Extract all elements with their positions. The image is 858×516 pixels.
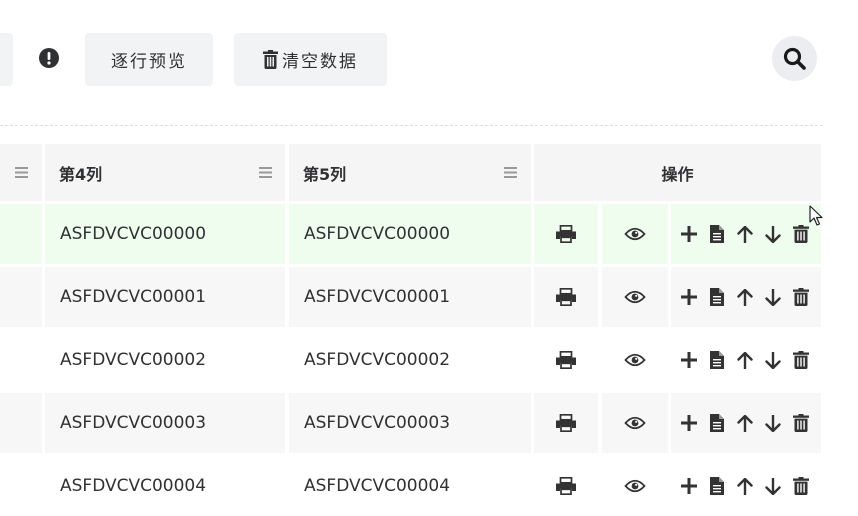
mouse-cursor <box>809 205 823 231</box>
row-actions-cell <box>671 204 821 264</box>
file-icon[interactable] <box>708 476 725 496</box>
file-icon[interactable] <box>708 413 725 433</box>
print-cell <box>534 456 598 516</box>
preview-cell <box>602 456 668 516</box>
column-header-4: 第4列 <box>45 144 285 201</box>
cell-text: ASFDVCVC00000 <box>304 224 451 244</box>
arrow-up-icon[interactable] <box>736 350 753 370</box>
plus-icon[interactable] <box>680 287 697 307</box>
exclamation-circle-icon[interactable] <box>39 48 59 68</box>
arrow-up-icon[interactable] <box>736 413 753 433</box>
print-cell <box>534 204 598 264</box>
table-cell-col4: ASFDVCVC00003 <box>45 393 285 453</box>
eye-icon[interactable] <box>624 224 646 244</box>
eye-icon[interactable] <box>624 413 646 433</box>
column-header-5: 第5列 <box>289 144 531 201</box>
print-cell <box>534 393 598 453</box>
table-cell-col5: ASFDVCVC00001 <box>289 267 531 327</box>
trash-icon[interactable] <box>792 476 809 496</box>
row-actions-cell <box>671 393 821 453</box>
file-icon[interactable] <box>708 287 725 307</box>
arrow-up-icon[interactable] <box>736 287 753 307</box>
cell-text: ASFDVCVC00004 <box>60 476 207 496</box>
table-cell-col4: ASFDVCVC00000 <box>45 204 285 264</box>
search-icon <box>783 47 806 70</box>
table-cell-col3 <box>0 267 42 327</box>
plus-icon[interactable] <box>680 224 697 244</box>
cell-text: ASFDVCVC00000 <box>60 224 207 244</box>
trash-icon[interactable] <box>792 350 809 370</box>
column-menu-icon[interactable] <box>504 166 517 179</box>
search-button[interactable] <box>772 36 817 81</box>
table-cell-col3 <box>0 330 42 390</box>
trash-icon <box>263 50 282 69</box>
clear-data-label: 清空数据 <box>282 52 358 72</box>
plus-icon[interactable] <box>680 413 697 433</box>
column-menu-icon[interactable] <box>15 166 28 179</box>
table-cell-col3 <box>0 204 42 264</box>
table-cell-col4: ASFDVCVC00004 <box>45 456 285 516</box>
column-menu-icon[interactable] <box>259 166 272 179</box>
left-clipped-input[interactable] <box>0 33 13 86</box>
cell-text: ASFDVCVC00003 <box>60 413 207 433</box>
preview-cell <box>602 330 668 390</box>
trash-icon[interactable] <box>792 413 809 433</box>
plus-icon[interactable] <box>680 476 697 496</box>
divider <box>0 125 823 126</box>
arrow-down-icon[interactable] <box>764 476 781 496</box>
arrow-down-icon[interactable] <box>764 350 781 370</box>
table-cell-col5: ASFDVCVC00000 <box>289 204 531 264</box>
cell-text: ASFDVCVC00003 <box>304 413 451 433</box>
print-icon[interactable] <box>555 287 577 307</box>
cell-text: ASFDVCVC00001 <box>60 287 207 307</box>
row-actions-cell <box>671 456 821 516</box>
column-header-actions-label: 操作 <box>661 164 694 184</box>
line-preview-button[interactable]: 逐行预览 <box>85 33 213 86</box>
arrow-down-icon[interactable] <box>764 224 781 244</box>
print-icon[interactable] <box>555 224 577 244</box>
table-cell-col4: ASFDVCVC00002 <box>45 330 285 390</box>
table-cell-col5: ASFDVCVC00002 <box>289 330 531 390</box>
file-icon[interactable] <box>708 350 725 370</box>
table-cell-col4: ASFDVCVC00001 <box>45 267 285 327</box>
trash-icon[interactable] <box>792 287 809 307</box>
eye-icon[interactable] <box>624 476 646 496</box>
print-cell <box>534 267 598 327</box>
preview-cell <box>602 267 668 327</box>
column-header-3 <box>0 144 42 201</box>
plus-icon[interactable] <box>680 350 697 370</box>
table-cell-col3 <box>0 456 42 516</box>
cell-text: ASFDVCVC00002 <box>60 350 207 370</box>
row-actions-cell <box>671 267 821 327</box>
arrow-up-icon[interactable] <box>736 476 753 496</box>
print-icon[interactable] <box>555 350 577 370</box>
arrow-down-icon[interactable] <box>764 287 781 307</box>
preview-cell <box>602 393 668 453</box>
clear-data-button[interactable]: 清空数据 <box>234 33 387 86</box>
print-cell <box>534 330 598 390</box>
file-icon[interactable] <box>708 224 725 244</box>
eye-icon[interactable] <box>624 350 646 370</box>
line-preview-label: 逐行预览 <box>111 52 187 72</box>
arrow-down-icon[interactable] <box>764 413 781 433</box>
eye-icon[interactable] <box>624 287 646 307</box>
column-header-4-label: 第4列 <box>59 164 103 184</box>
print-icon[interactable] <box>555 476 577 496</box>
trash-icon[interactable] <box>792 224 809 244</box>
print-icon[interactable] <box>555 413 577 433</box>
cell-text: ASFDVCVC00002 <box>304 350 451 370</box>
arrow-up-icon[interactable] <box>736 224 753 244</box>
column-header-5-label: 第5列 <box>303 164 347 184</box>
table-cell-col3 <box>0 393 42 453</box>
cell-text: ASFDVCVC00004 <box>304 476 451 496</box>
row-actions-cell <box>671 330 821 390</box>
cell-text: ASFDVCVC00001 <box>304 287 451 307</box>
preview-cell <box>602 204 668 264</box>
table-cell-col5: ASFDVCVC00004 <box>289 456 531 516</box>
column-header-actions: 操作 <box>534 144 821 201</box>
table-cell-col5: ASFDVCVC00003 <box>289 393 531 453</box>
